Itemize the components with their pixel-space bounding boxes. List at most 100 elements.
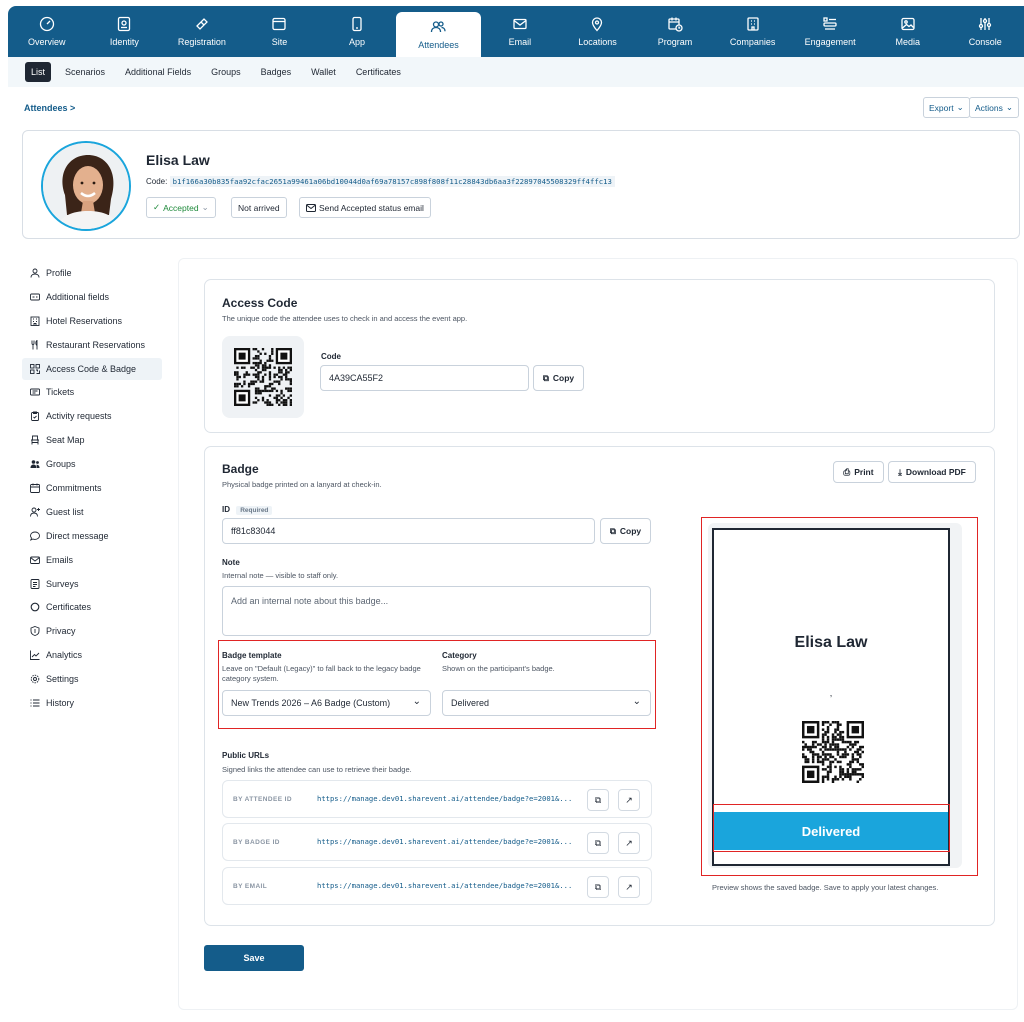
badge-id-input[interactable]: ff81c83044 (222, 518, 595, 544)
sidebar-label: Emails (46, 554, 74, 565)
image-icon (901, 17, 915, 31)
mail-icon (30, 556, 40, 564)
sidebar-label: Tickets (46, 387, 75, 398)
calendar-icon (30, 483, 40, 493)
sidebar-item-commitments[interactable]: Commitments (22, 477, 162, 499)
export-label: Export (929, 102, 954, 113)
subnav-list[interactable]: List (25, 62, 52, 82)
sidebar-item-analytics[interactable]: Analytics (22, 644, 162, 666)
nav-app[interactable]: App (318, 6, 396, 57)
url-link[interactable]: https://manage.dev01.sharevent.ai/attend… (317, 837, 572, 846)
nav-label: Console (968, 37, 1002, 47)
sidebar-label: Restaurant Reservations (46, 339, 146, 350)
sidebar-item-hotel[interactable]: Hotel Reservations (22, 310, 162, 332)
copy-url-button[interactable]: ⧉ (587, 832, 609, 854)
subnav-groups[interactable]: Groups (205, 62, 247, 82)
sidebar-item-direct-message[interactable]: Direct message (22, 525, 162, 547)
sidebar-item-seat-map[interactable]: Seat Map (22, 429, 162, 451)
send-status-email-button[interactable]: Send Accepted status email (299, 197, 431, 218)
public-urls-description: Signed links the attendee can use to ret… (222, 765, 412, 774)
sidebar-item-access-code-badge[interactable]: Access Code & Badge (22, 357, 162, 380)
copy-badge-id-button[interactable]: ⧉ Copy (600, 518, 651, 544)
nav-media[interactable]: Media (869, 6, 947, 57)
nav-attendees[interactable]: Attendees (395, 12, 482, 57)
nav-companies[interactable]: Companies (714, 6, 792, 57)
sidebar-item-settings[interactable]: Settings (22, 668, 162, 690)
sidebar-label: Seat Map (46, 435, 85, 446)
export-button[interactable]: Export ⌄ (923, 97, 970, 118)
copy-access-code-button[interactable]: ⧉ Copy (533, 365, 584, 391)
sidebar-item-emails[interactable]: Emails (22, 549, 162, 571)
access-code-input[interactable]: 4A39CA55F2 (320, 365, 529, 391)
nav-engagement[interactable]: Engagement (791, 6, 869, 57)
sidebar-item-privacy[interactable]: Privacy (22, 620, 162, 642)
url-row-badge-id: BY BADGE ID https://manage.dev01.shareve… (222, 823, 652, 861)
top-nav: Overview Identity Registration Site App … (8, 6, 1024, 57)
open-url-button[interactable]: ↗ (618, 789, 640, 811)
sidebar-item-tickets[interactable]: Tickets (22, 381, 162, 403)
ticket-icon (30, 389, 40, 396)
sidebar-item-certificates[interactable]: Certificates (22, 596, 162, 618)
url-kind: BY EMAIL (233, 883, 268, 890)
chevron-down-icon: ⌄ (956, 102, 964, 112)
url-link[interactable]: https://manage.dev01.sharevent.ai/attend… (317, 881, 572, 890)
users-icon (431, 21, 447, 33)
nav-console[interactable]: Console (947, 6, 1024, 57)
status-label: Accepted (163, 202, 199, 213)
subnav-scenarios[interactable]: Scenarios (59, 62, 111, 82)
nav-identity[interactable]: Identity (86, 6, 164, 57)
sidebar-label: Hotel Reservations (46, 315, 123, 326)
url-link[interactable]: https://manage.dev01.sharevent.ai/attend… (317, 794, 572, 803)
nav-label: Registration (177, 37, 226, 47)
nav-label: Site (271, 37, 288, 47)
sidebar-item-profile[interactable]: Profile (22, 262, 162, 284)
user-plus-icon (30, 507, 40, 517)
sidebar-item-additional-fields[interactable]: Additional fields (22, 286, 162, 308)
download-pdf-button[interactable]: ⤓ Download PDF (888, 461, 976, 483)
sidebar-label: Access Code & Badge (46, 363, 137, 374)
chevron-down-icon: ⌄ (201, 202, 209, 212)
copy-url-button[interactable]: ⧉ (587, 876, 609, 898)
open-url-button[interactable]: ↗ (618, 876, 640, 898)
subnav-wallet[interactable]: Wallet (305, 62, 342, 82)
open-url-button[interactable]: ↗ (618, 832, 640, 854)
access-code-title: Access Code (222, 296, 298, 310)
save-button[interactable]: Save (204, 945, 304, 971)
status-dropdown[interactable]: ✓ Accepted ⌄ (146, 197, 216, 218)
badge-title: Badge (222, 462, 259, 476)
sidebar-item-surveys[interactable]: Surveys (22, 573, 162, 595)
code-field-label: Code (321, 352, 341, 361)
actions-button[interactable]: Actions ⌄ (969, 97, 1019, 118)
copy-icon: ⧉ (542, 372, 549, 383)
subnav-badges[interactable]: Badges (255, 62, 298, 82)
arrival-status-button[interactable]: Not arrived (231, 197, 287, 218)
nav-site[interactable]: Site (241, 6, 319, 57)
sidebar-item-history[interactable]: History (22, 692, 162, 714)
nav-overview[interactable]: Overview (8, 6, 86, 57)
copy-label: Copy (552, 373, 575, 383)
fork-knife-icon (31, 339, 38, 350)
seat-icon (31, 435, 39, 445)
breadcrumb[interactable]: Attendees > (24, 103, 75, 113)
nav-locations[interactable]: Locations (559, 6, 637, 57)
copy-url-button[interactable]: ⧉ (587, 789, 609, 811)
printer-icon: ⎙ (843, 466, 851, 477)
sidebar-item-restaurant[interactable]: Restaurant Reservations (22, 334, 162, 356)
sidebar-item-groups[interactable]: Groups (22, 453, 162, 475)
copy-label: Copy (619, 526, 642, 536)
nav-program[interactable]: Program (636, 6, 714, 57)
subnav-certificates[interactable]: Certificates (350, 62, 407, 82)
note-description: Internal note — visible to staff only. (222, 571, 339, 580)
print-button[interactable]: ⎙ Print (833, 461, 884, 483)
subnav-additional-fields[interactable]: Additional Fields (119, 62, 197, 82)
send-email-label: Send Accepted status email (319, 202, 424, 213)
nav-label: App (349, 37, 366, 47)
nav-email[interactable]: Email (481, 6, 559, 57)
nav-label: Locations (578, 37, 617, 47)
copy-icon: ⧉ (609, 525, 616, 536)
sidebar-item-activity-requests[interactable]: Activity requests (22, 405, 162, 427)
gear-icon (30, 674, 40, 684)
nav-registration[interactable]: Registration (163, 6, 241, 57)
note-textarea[interactable]: Add an internal note about this badge... (222, 586, 651, 636)
sidebar-item-guest-list[interactable]: Guest list (22, 501, 162, 523)
